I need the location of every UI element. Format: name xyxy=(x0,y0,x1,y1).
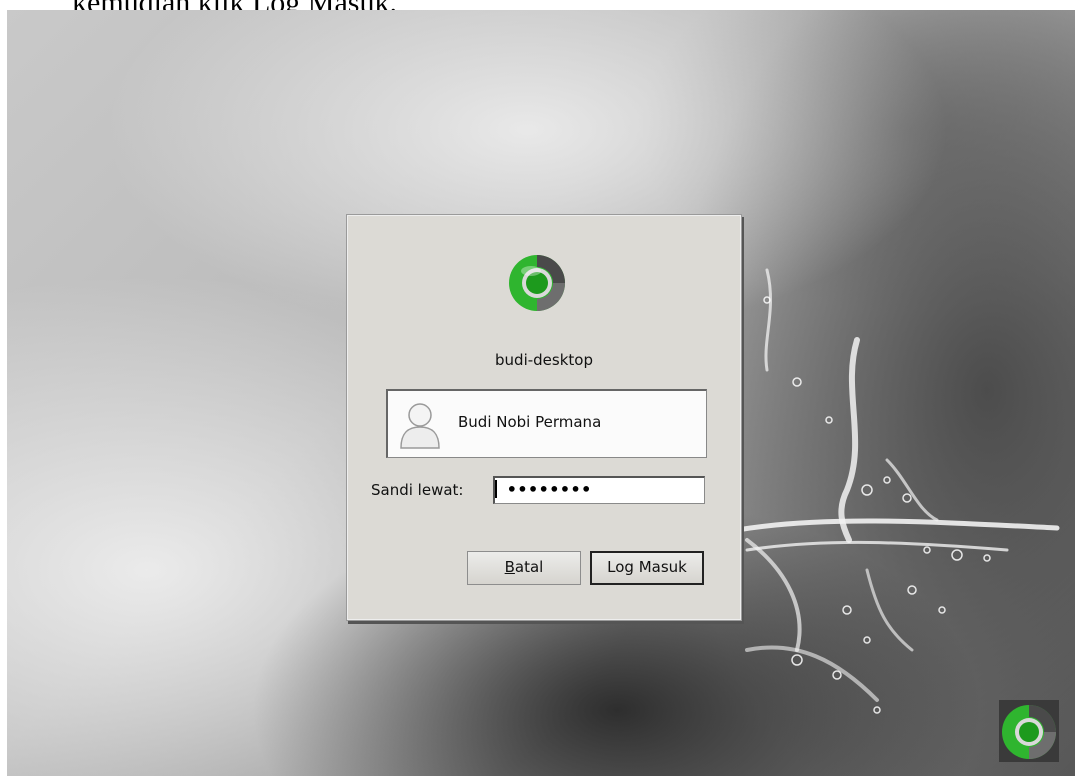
password-field[interactable]: •••••••• xyxy=(493,476,705,504)
login-dialog: budi-desktop Budi Nobi Permana Sandi lew… xyxy=(346,214,742,621)
cancel-label: atal xyxy=(514,558,544,576)
distro-logo-icon xyxy=(509,255,565,311)
text-caret xyxy=(495,480,497,498)
login-label: Log Masuk xyxy=(607,558,687,576)
user-avatar-icon xyxy=(400,403,440,449)
corner-distro-logo-icon xyxy=(999,700,1059,762)
login-button[interactable]: Log Masuk xyxy=(590,551,704,585)
hostname-label: budi-desktop xyxy=(495,351,593,369)
user-list[interactable]: Budi Nobi Permana xyxy=(386,389,707,458)
login-screen-background: budi-desktop Budi Nobi Permana Sandi lew… xyxy=(7,10,1075,776)
user-item-name[interactable]: Budi Nobi Permana xyxy=(458,413,601,431)
cancel-mnemonic: B xyxy=(504,558,515,576)
cancel-button[interactable]: Batal xyxy=(467,551,581,585)
password-label: Sandi lewat: xyxy=(371,481,464,499)
password-masked-value: •••••••• xyxy=(507,480,593,499)
